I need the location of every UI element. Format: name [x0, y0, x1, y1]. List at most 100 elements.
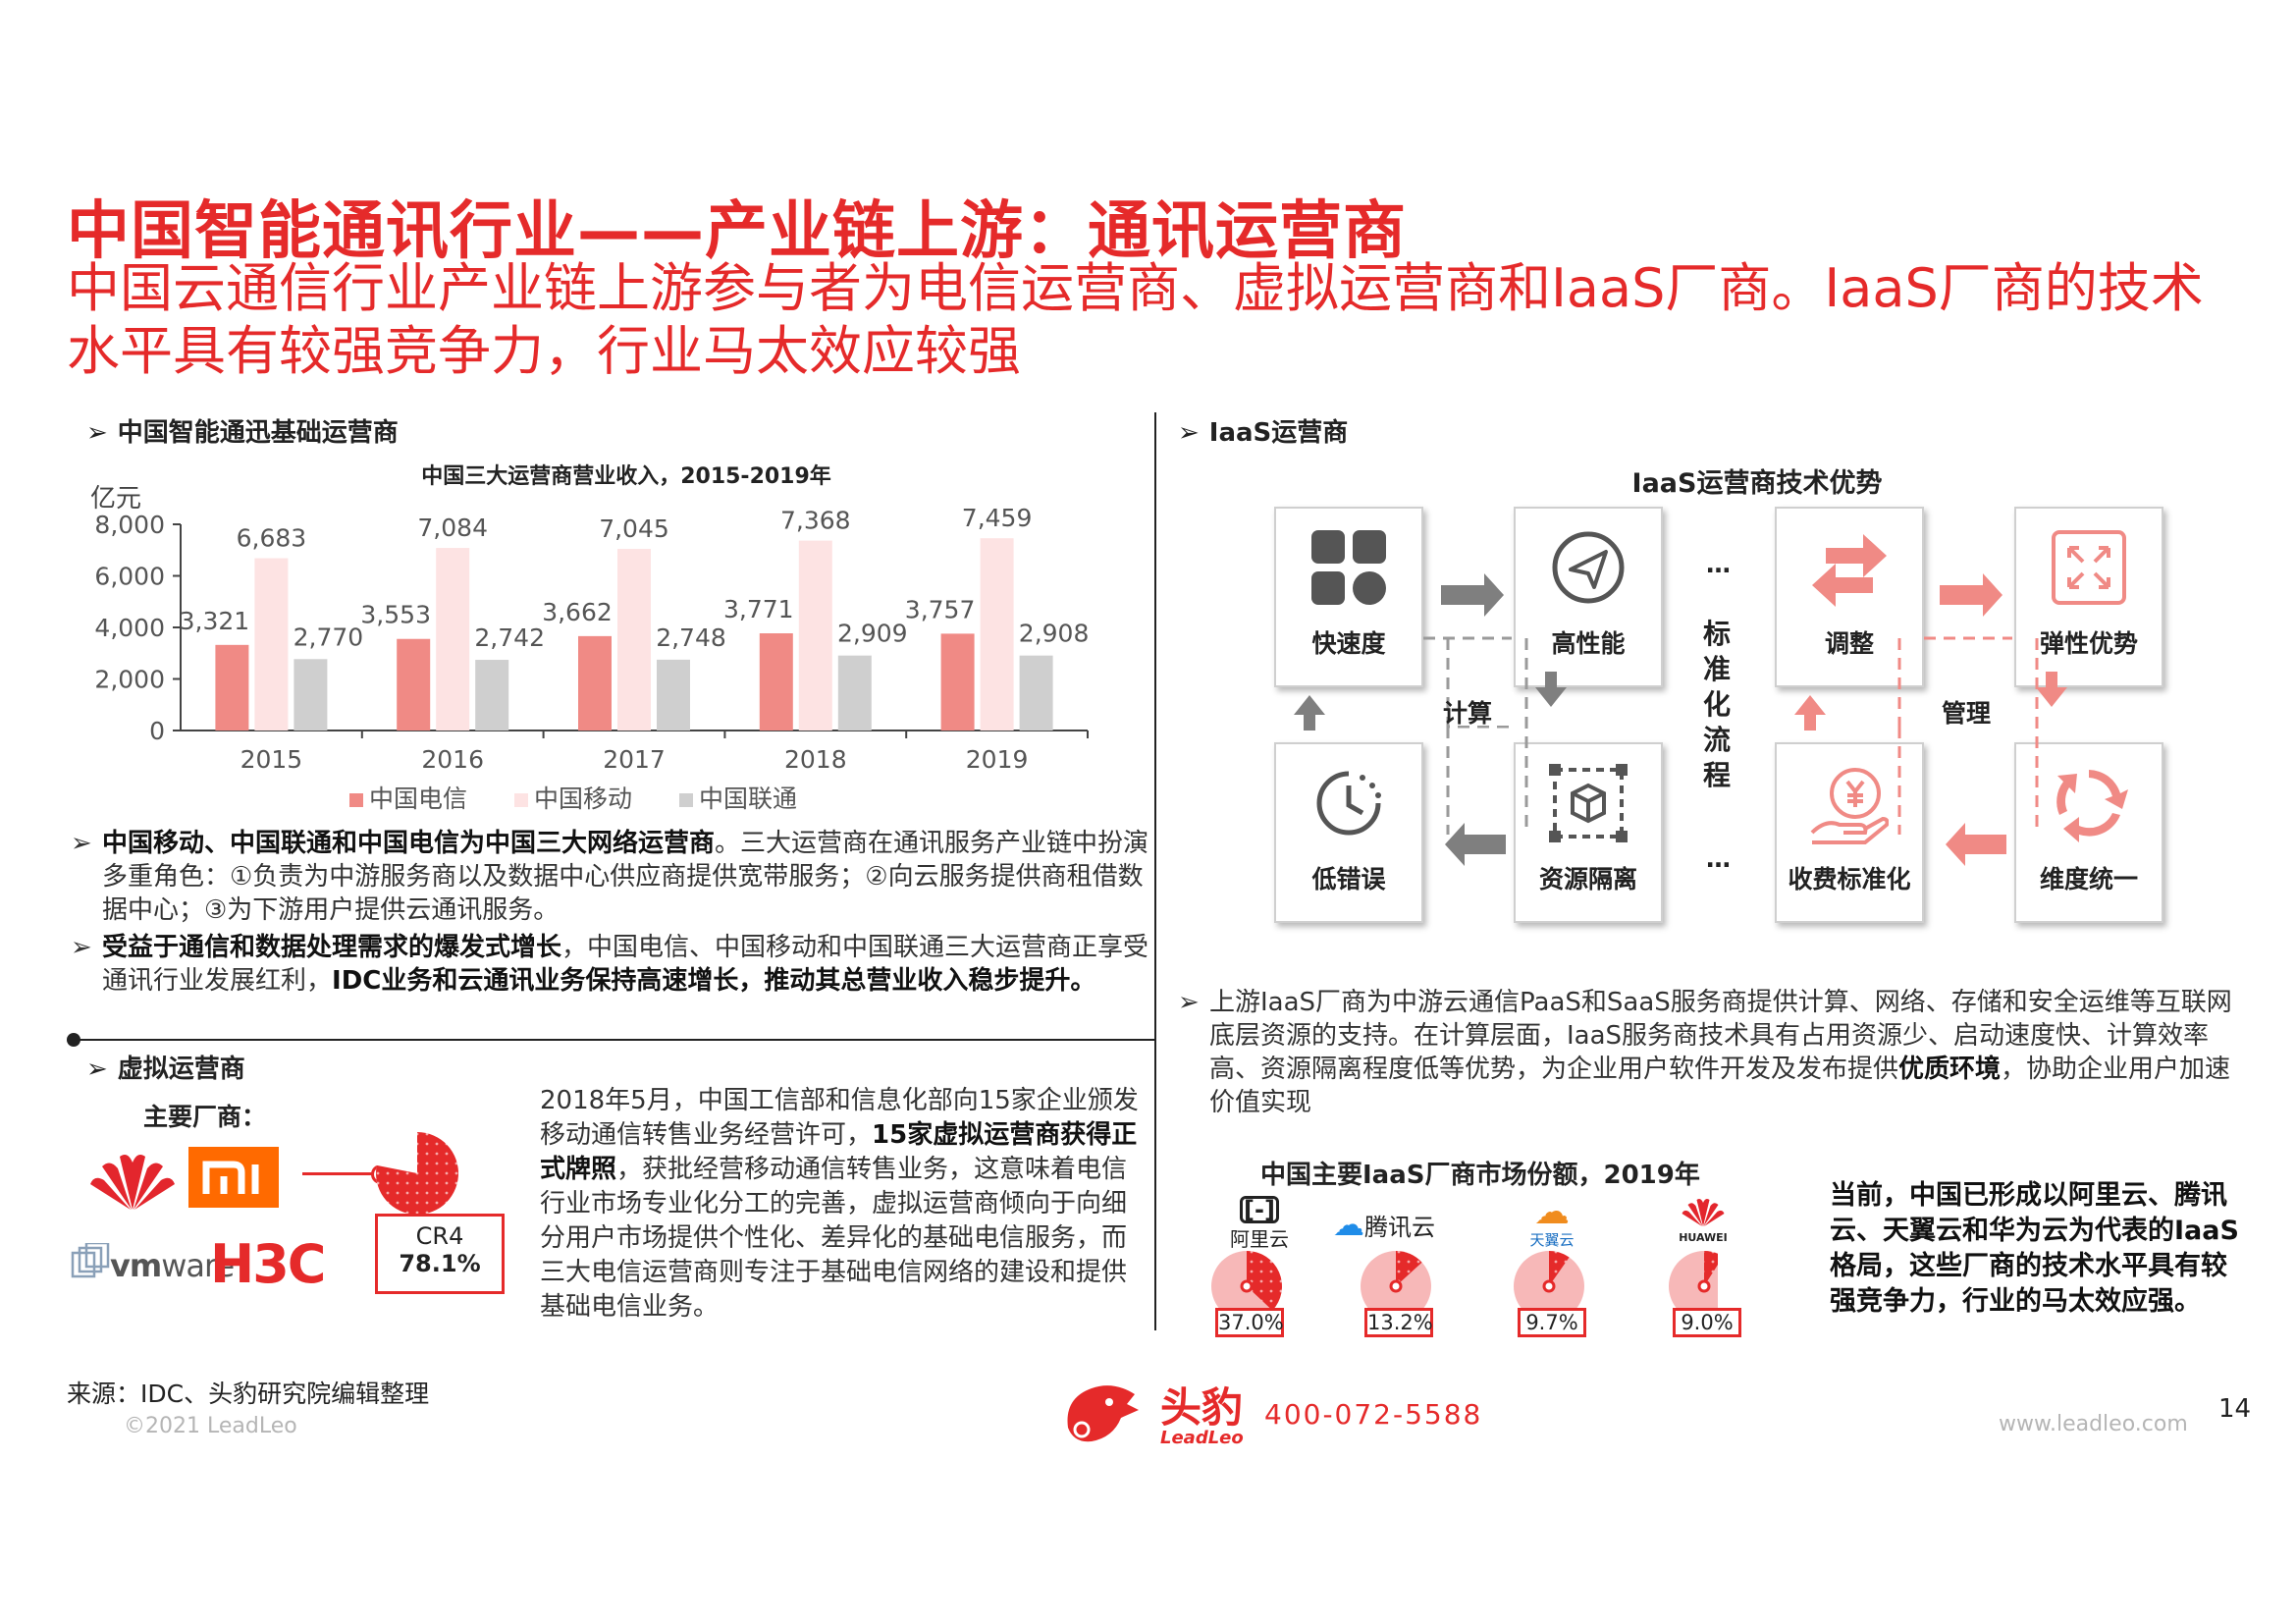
vmware-logo-icon	[71, 1243, 110, 1278]
y-tick-label: 6,000	[94, 563, 165, 591]
bar	[475, 660, 509, 731]
data-label: 7,045	[599, 514, 669, 543]
share-pie-marker	[1389, 1279, 1403, 1293]
y-tick-label: 0	[149, 717, 165, 745]
main-vendors-label: 主要厂商：	[143, 1103, 267, 1131]
revenue-bar-chart: 中国三大运营商营业收入，2015-2019年亿元8,000 6,000 4,000 2…	[90, 463, 1090, 813]
data-label: 3,553	[360, 601, 431, 629]
bar	[617, 549, 651, 731]
standardized-process-label: 标准化流程	[1702, 618, 1731, 791]
arrow-bullet-icon: ➢	[86, 1055, 108, 1084]
manage-label: 管理	[1942, 699, 1992, 728]
compute-label: 计算	[1443, 699, 1493, 728]
x-tick-label: 2017	[603, 745, 666, 774]
alibaba-logo-icon: [-] 阿里云	[1230, 1196, 1289, 1251]
arrow-bullet-icon: ➢	[1178, 418, 1200, 448]
share-pies	[1211, 1251, 1718, 1322]
share-value: 13.2%	[1364, 1308, 1433, 1337]
x-tick-label: 2015	[240, 745, 303, 774]
data-label: 2,770	[294, 623, 364, 651]
share-pie-marker	[1542, 1279, 1556, 1293]
legend-label: 中国电信	[369, 785, 467, 813]
bar	[759, 633, 793, 731]
huawei-logo-icon	[90, 1155, 175, 1210]
iaas-paragraph: ➢ 上游IaaS厂商为中游云通信PaaS和SaaS服务商提供计算、网络、存储和安全…	[1178, 988, 2232, 1117]
brand-name-en: LeadLeo	[1160, 1428, 1244, 1448]
xiaomi-logo-icon	[188, 1147, 279, 1208]
huawei-small-logo-icon: HUAWEI	[1669, 1196, 1737, 1244]
horizontal-divider	[71, 1039, 1156, 1041]
bar	[1019, 655, 1053, 731]
bar	[578, 635, 612, 731]
chart-title: 中国三大运营商营业收入，2015-2019年	[421, 463, 831, 489]
cr4-value: 78.1%	[399, 1250, 481, 1277]
bar	[294, 659, 328, 731]
vertical-divider	[1154, 412, 1156, 1330]
y-tick-label: 2,000	[94, 666, 165, 694]
cr4-label: CR4	[415, 1222, 464, 1250]
x-tick-label: 2018	[784, 745, 847, 774]
share-title: 中国主要IaaS厂商市场份额，2019年	[1260, 1161, 1700, 1190]
website: www.leadleo.com	[1999, 1412, 2188, 1436]
data-label: 3,662	[542, 598, 613, 626]
legend-swatch	[679, 793, 693, 807]
section-basic-operators: ➢ 中国智能通迅基础运营商	[86, 418, 399, 448]
bar	[940, 633, 975, 731]
section-iaas: ➢ IaaS运营商	[1178, 418, 1349, 448]
bullet-item: ➢ 受益于通信和数据处理需求的爆发式增长，中国电信、中国移动和中国联通三大运营商正…	[71, 933, 1149, 996]
y-tick-label: 4,000	[94, 614, 165, 642]
tianyi-logo-icon: ☁ 天翼云	[1529, 1192, 1575, 1250]
h3c-logo-icon: H3C	[210, 1233, 326, 1295]
operators-bullets: ➢ 中国移动、中国联通和中国电信为中国三大网络运营商。三大运营商在通讯服务产业链中…	[71, 827, 1150, 998]
bar	[436, 548, 470, 731]
divider-dot	[67, 1033, 80, 1047]
share-pie-marker	[1240, 1279, 1254, 1293]
bar	[397, 638, 431, 731]
virtual-operator-text: 2018年5月，中国工信部和信息化部向15家企业颁发移动通信转售业务经营许可，1…	[540, 1086, 1139, 1322]
cr4-box: CR4 78.1%	[375, 1214, 505, 1294]
brand-name-cn: 头豹	[1160, 1383, 1244, 1432]
data-label: 2,908	[1019, 620, 1090, 648]
bar	[215, 644, 249, 731]
section-virtual-operators: ➢ 虚拟运营商	[86, 1055, 245, 1084]
cr4-pie	[376, 1132, 458, 1215]
leadleo-logo-icon	[1067, 1385, 1139, 1442]
cr4-connector-line	[302, 1172, 377, 1175]
legend-swatch	[349, 793, 363, 807]
ellipsis-top: …	[1706, 550, 1731, 578]
share-pie-marker	[1697, 1279, 1711, 1293]
data-label: 7,368	[780, 507, 851, 535]
x-tick-label: 2019	[966, 745, 1029, 774]
page-number: 14	[2218, 1394, 2252, 1424]
legend-swatch	[514, 793, 528, 807]
legend-label: 中国移动	[534, 785, 632, 813]
data-label: 3,321	[180, 607, 250, 635]
bar	[980, 538, 1014, 731]
page-subtitle: 中国云通信行业产业链上游参与者为电信运营商、虚拟运营商和IaaS厂商。IaaS厂…	[67, 257, 2204, 382]
data-label: 2,909	[837, 620, 908, 648]
share-value: 37.0%	[1215, 1308, 1284, 1337]
share-value: 9.7%	[1518, 1308, 1586, 1337]
arrow-bullet-icon: ➢	[86, 418, 108, 448]
data-label: 2,748	[656, 623, 726, 652]
data-label: 3,757	[905, 595, 976, 623]
y-axis-unit: 亿元	[90, 484, 141, 514]
legend-label: 中国联通	[699, 785, 797, 813]
y-tick-label: 8,000	[94, 511, 165, 539]
iaas-summary: 当前，中国已形成以阿里云、腾讯云、天翼云和华为云为代表的IaaS格局，这些厂商的…	[1830, 1180, 2239, 1317]
data-label: 3,771	[723, 595, 794, 623]
share-value: 9.0%	[1673, 1308, 1741, 1337]
tencent-logo-icon: ☁ 腾讯云	[1333, 1206, 1435, 1243]
phone-number: 400-072-5588	[1264, 1398, 1483, 1431]
bar	[657, 659, 690, 731]
bar	[254, 558, 289, 731]
x-tick-label: 2016	[421, 745, 484, 774]
data-label: 2,742	[474, 623, 545, 652]
copyright: ©2021 LeadLeo	[124, 1414, 297, 1438]
data-label: 7,084	[417, 514, 488, 542]
data-label: 7,459	[962, 504, 1033, 532]
bar	[798, 540, 832, 731]
data-label: 6,683	[237, 524, 307, 553]
bar	[837, 655, 872, 731]
bullet-item: ➢ 中国移动、中国联通和中国电信为中国三大网络运营商。三大运营商在通讯服务产业链中…	[71, 829, 1149, 925]
